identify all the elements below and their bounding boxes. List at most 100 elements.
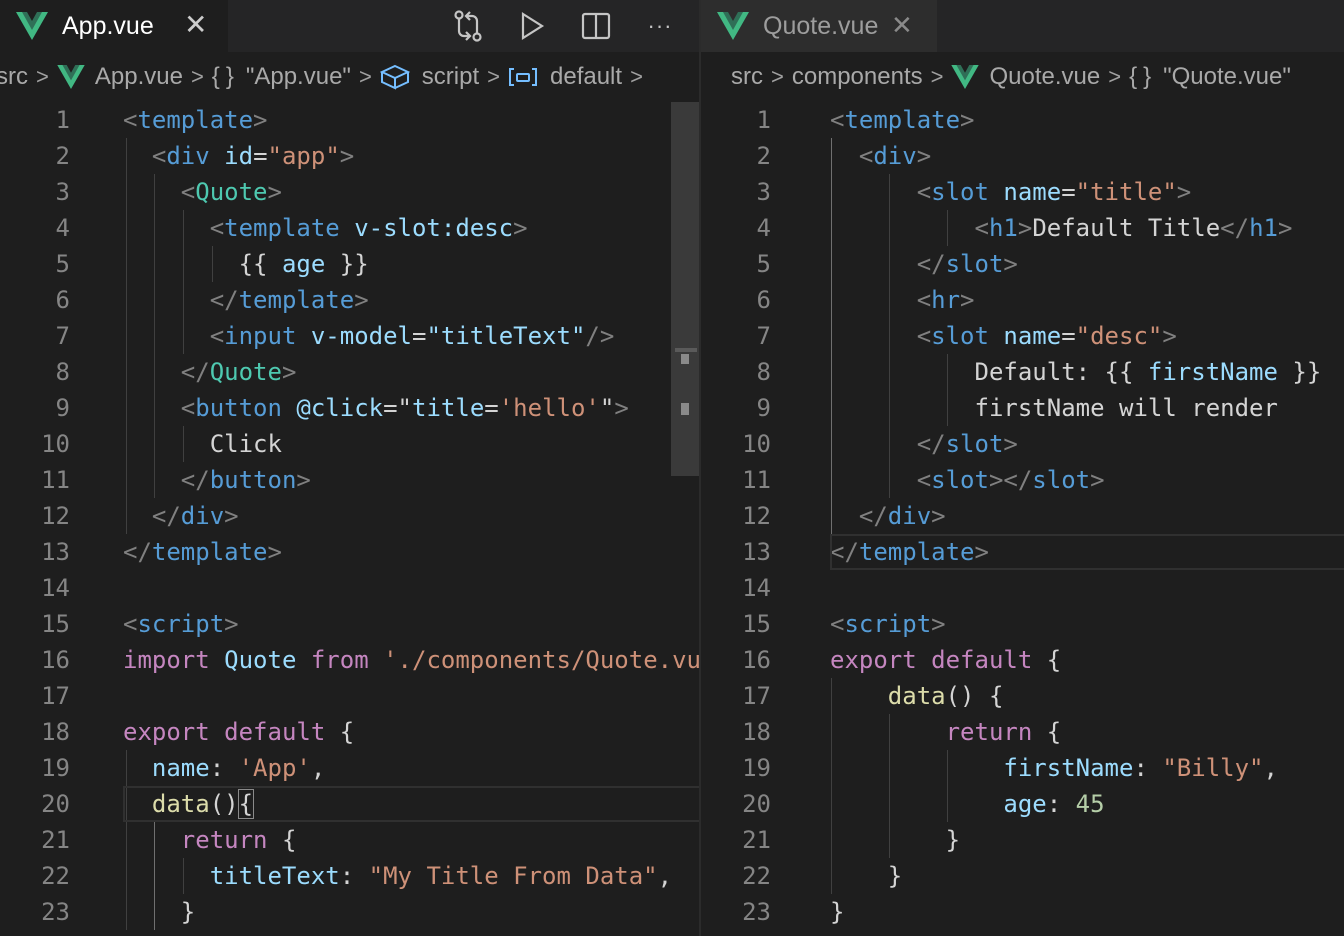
code-line[interactable]: 9 <button @click="title='hello'"> xyxy=(0,390,699,426)
code-line[interactable]: 23} xyxy=(701,894,1344,930)
code-line[interactable]: 3 <slot name="title"> xyxy=(701,174,1344,210)
breadcrumb-object[interactable]: "App.vue" xyxy=(246,63,351,91)
code-token: template xyxy=(844,106,961,134)
code-line[interactable]: 16 import Quote from './components/Quote.… xyxy=(0,642,699,678)
close-icon[interactable]: ✕ xyxy=(184,9,207,41)
code-line[interactable]: 19 name: 'App', xyxy=(0,750,699,786)
code-line[interactable]: 10 </slot> xyxy=(701,426,1344,462)
tab-title: App.vue xyxy=(62,11,154,40)
code-token: name xyxy=(151,754,210,782)
code-token: slot xyxy=(945,430,1004,458)
code-line[interactable]: 23} xyxy=(0,894,699,930)
code-line[interactable]: 7 <slot name="desc"> xyxy=(701,318,1344,354)
code-line[interactable]: 14 xyxy=(701,570,1344,606)
code-line[interactable]: 17 data() { xyxy=(701,678,1344,714)
left-editor[interactable]: App.vue ✕ ··· src > App.vue > {} "App.vu… xyxy=(0,0,699,936)
code-line[interactable]: 2 <div> xyxy=(701,138,1344,174)
compare-icon xyxy=(454,10,482,42)
line-number: 10 xyxy=(742,430,771,458)
code-line[interactable]: 17 xyxy=(0,678,699,714)
code-line[interactable]: 8 </Quote> xyxy=(0,354,699,390)
code-line[interactable]: 20 age: 45 xyxy=(701,786,1344,822)
code-token: > xyxy=(1017,214,1033,242)
code-line[interactable]: 10 Click xyxy=(0,426,699,462)
code-text: <slot></slot> xyxy=(917,462,1105,498)
braces-icon: {} xyxy=(211,63,240,90)
code-line[interactable]: 22} xyxy=(701,858,1344,894)
code-line[interactable]: 4 <template v-slot:desc> xyxy=(0,210,699,246)
code-token: > xyxy=(1090,466,1105,494)
code-token: </ xyxy=(916,430,946,458)
code-token: { xyxy=(1032,646,1062,674)
tab-app-vue[interactable]: App.vue ✕ xyxy=(0,0,228,52)
code-token: './components/Quote.vu xyxy=(383,646,699,674)
code-line[interactable]: 16 export default { xyxy=(701,642,1344,678)
tab-quote-vue[interactable]: Quote.vue ✕ xyxy=(701,0,937,52)
run-button[interactable] xyxy=(500,7,564,45)
line-number: 15 xyxy=(41,610,70,638)
code-line[interactable]: 11 <slot></slot> xyxy=(701,462,1344,498)
code-line[interactable]: 18 export default { xyxy=(0,714,699,750)
code-token: "app" xyxy=(267,142,340,170)
scrollbar-thumb[interactable] xyxy=(671,102,699,476)
code-line[interactable]: 1 <template> xyxy=(0,102,699,138)
code-line[interactable]: 9 firstName will render xyxy=(701,390,1344,426)
breadcrumb-folder[interactable]: src xyxy=(0,63,28,91)
breadcrumb-file[interactable]: Quote.vue xyxy=(989,63,1100,91)
line-number: 12 xyxy=(742,502,771,530)
code-line[interactable]: 14 xyxy=(0,570,699,606)
breadcrumb-script[interactable]: script xyxy=(422,63,479,91)
breadcrumb-folder[interactable]: src xyxy=(731,63,763,91)
indent-guide xyxy=(212,246,213,282)
code-line[interactable]: 2 <div id="app"> xyxy=(0,138,699,174)
code-line[interactable]: 15 <script> xyxy=(701,606,1344,642)
code-line[interactable]: 21 return { xyxy=(0,822,699,858)
line-number: 5 xyxy=(55,250,70,278)
code-line[interactable]: 1 <template> xyxy=(701,102,1344,138)
code-line[interactable]: 4 <h1>Default Title</h1> xyxy=(701,210,1344,246)
code-line[interactable]: 11 </button> xyxy=(0,462,699,498)
code-line[interactable]: 19 firstName: "Billy", xyxy=(701,750,1344,786)
code-area[interactable]: 1 <template> 2 <div> 3 <slot name="title"> 4 <h… xyxy=(701,102,1344,936)
breadcrumb-default[interactable]: default xyxy=(550,63,622,91)
code-token: < xyxy=(916,286,932,314)
current-line-highlight xyxy=(830,534,1344,570)
split-editor-button[interactable] xyxy=(564,7,628,45)
code-token: > xyxy=(513,214,528,242)
code-line[interactable]: 15 <script> xyxy=(0,606,699,642)
code-text: <div id="app"> xyxy=(152,138,354,174)
code-area[interactable]: 1 <template> 2 <div id="app"> 3 <Quote> 4 <temp… xyxy=(0,102,699,936)
code-line[interactable]: 5 </slot> xyxy=(701,246,1344,282)
breadcrumb: src > components > Quote.vue > {} "Quote… xyxy=(731,52,1344,102)
breadcrumb-file[interactable]: App.vue xyxy=(95,63,183,91)
code-line[interactable]: 7 <input v-model="titleText"/> xyxy=(0,318,699,354)
code-line[interactable]: 12 </div> xyxy=(0,498,699,534)
breadcrumb-separator: > xyxy=(190,64,204,89)
code-line[interactable]: 6 </template> xyxy=(0,282,699,318)
code-line[interactable]: 22 titleText: "My Title From Data", xyxy=(0,858,699,894)
code-token: Click xyxy=(209,430,282,458)
breadcrumb-object[interactable]: "Quote.vue" xyxy=(1163,63,1291,91)
code-line[interactable]: 3 <Quote> xyxy=(0,174,699,210)
more-actions-button[interactable]: ··· xyxy=(628,7,692,45)
breadcrumb-components[interactable]: components xyxy=(792,63,923,91)
code-token: { xyxy=(325,718,355,746)
code-line[interactable]: 18 return { xyxy=(701,714,1344,750)
code-line[interactable]: 21} xyxy=(701,822,1344,858)
code-line[interactable]: 12 </div> xyxy=(701,498,1344,534)
vue-icon xyxy=(951,65,980,89)
right-editor[interactable]: Quote.vue ✕ src > components > Quote.vue… xyxy=(701,0,1344,936)
more-icon: ··· xyxy=(647,13,673,38)
close-icon[interactable]: ✕ xyxy=(891,9,913,41)
code-token: "My Title From Data" xyxy=(368,862,658,890)
line-number: 13 xyxy=(742,538,771,566)
breadcrumb: src > App.vue > {} "App.vue" > script > … xyxy=(0,52,699,102)
compare-changes-button[interactable] xyxy=(436,7,500,45)
code-line[interactable]: 13 </template> xyxy=(0,534,699,570)
code-text: <template> xyxy=(123,102,268,138)
code-line[interactable]: 6 <hr> xyxy=(701,282,1344,318)
code-line[interactable]: 5 {{ age }} xyxy=(0,246,699,282)
code-line[interactable]: 8 Default: {{ firstName }} xyxy=(701,354,1344,390)
code-token: slot xyxy=(931,322,989,350)
